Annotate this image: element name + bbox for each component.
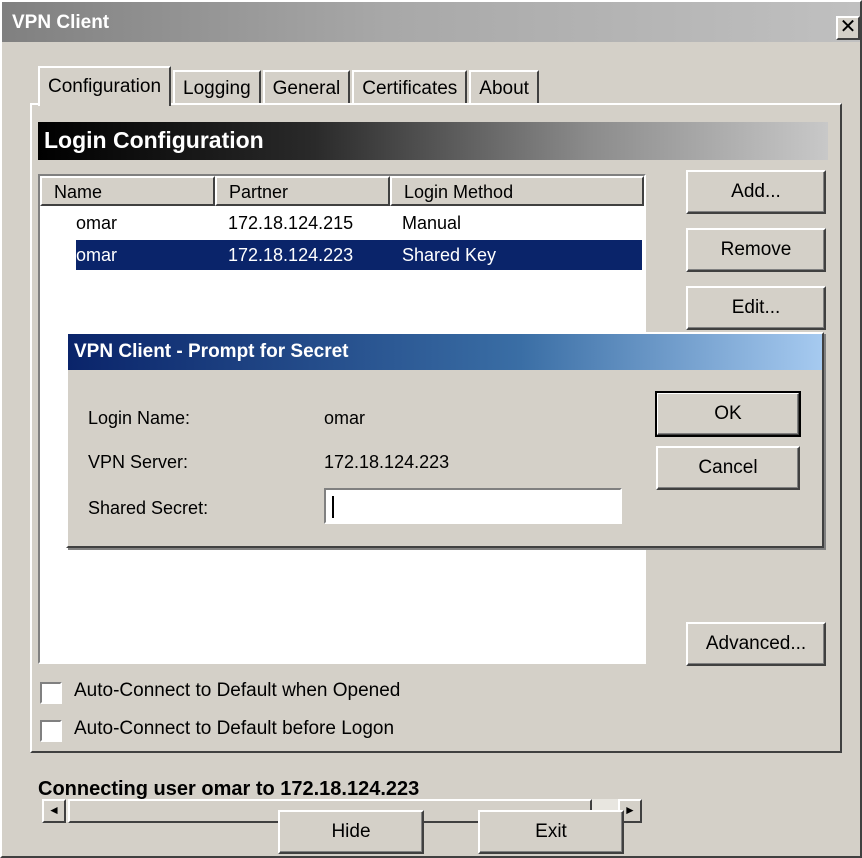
vpn-client-window: VPN Client ✕ Configuration Logging Gener…	[0, 0, 862, 858]
vpn-server-label: VPN Server:	[88, 452, 189, 472]
vpn-server-value: 172.18.124.223	[324, 452, 450, 472]
row-name: omar	[76, 245, 118, 265]
row-partner: 172.18.124.215	[228, 213, 354, 233]
login-name-value: omar	[324, 408, 366, 428]
section-title: Login Configuration	[38, 122, 828, 160]
ok-button[interactable]: OK	[655, 391, 801, 437]
row-login-method: Manual	[402, 213, 462, 233]
auto-connect-logon-label: Auto-Connect to Default before Logon	[74, 718, 395, 739]
auto-connect-logon-checkbox[interactable]	[40, 720, 62, 742]
tab-general[interactable]: General	[262, 70, 351, 104]
column-header-name[interactable]: Name	[40, 176, 215, 206]
text-caret	[332, 496, 334, 518]
tab-certificates[interactable]: Certificates	[352, 70, 468, 104]
window-title: VPN Client	[12, 12, 110, 33]
advanced-button[interactable]: Advanced...	[686, 622, 826, 666]
close-icon: ✕	[839, 16, 857, 38]
cancel-button[interactable]: Cancel	[656, 446, 800, 490]
scroll-left-button[interactable]: ◄	[42, 799, 66, 823]
prompt-for-secret-dialog: VPN Client - Prompt for Secret Login Nam…	[66, 332, 824, 548]
scroll-right-icon: ►	[624, 803, 636, 817]
row-name: omar	[76, 213, 118, 233]
edit-button[interactable]: Edit...	[686, 286, 826, 330]
column-header-login-method[interactable]: Login Method	[390, 176, 644, 206]
list-header: Name Partner Login Method	[40, 176, 644, 206]
add-button[interactable]: Add...	[686, 170, 826, 214]
tab-strip: Configuration Logging General Certificat…	[38, 66, 541, 106]
auto-connect-opened-label: Auto-Connect to Default when Opened	[74, 680, 401, 701]
window-titlebar: VPN Client	[2, 2, 860, 42]
close-button[interactable]: ✕	[836, 16, 860, 40]
remove-button[interactable]: Remove	[686, 228, 826, 272]
auto-connect-opened-checkbox[interactable]	[40, 682, 62, 704]
tab-about[interactable]: About	[469, 70, 539, 104]
login-name-label: Login Name:	[88, 408, 191, 428]
row-partner: 172.18.124.223	[228, 245, 354, 265]
tab-logging[interactable]: Logging	[173, 70, 261, 104]
table-row[interactable]: omar 172.18.124.215 Manual	[76, 208, 642, 238]
dialog-title: VPN Client - Prompt for Secret	[68, 334, 822, 370]
column-header-partner[interactable]: Partner	[215, 176, 390, 206]
status-text: Connecting user omar to 172.18.124.223	[38, 778, 420, 800]
scroll-left-icon: ◄	[48, 803, 60, 817]
shared-secret-label: Shared Secret:	[88, 498, 209, 518]
exit-button[interactable]: Exit	[478, 810, 624, 854]
row-login-method: Shared Key	[402, 245, 497, 265]
shared-secret-input[interactable]	[324, 488, 622, 524]
table-row-selected[interactable]: omar 172.18.124.223 Shared Key	[76, 240, 642, 270]
hide-button[interactable]: Hide	[278, 810, 424, 854]
tab-configuration[interactable]: Configuration	[38, 66, 172, 106]
